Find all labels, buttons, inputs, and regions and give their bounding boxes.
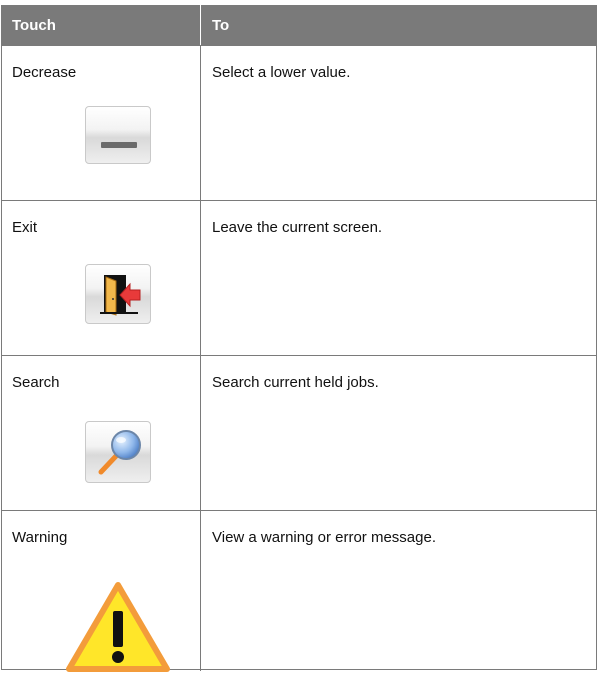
row-desc-search: Search current held jobs. (212, 374, 379, 391)
table-row-search: Search Search current held jobs. (2, 355, 596, 511)
row-divider (200, 356, 201, 511)
row-label-warning: Warning (12, 529, 68, 546)
search-button[interactable] (85, 421, 151, 483)
table-row-decrease: Decrease Select a lower value. (2, 45, 596, 201)
row-desc-warning: View a warning or error message. (212, 529, 436, 546)
header-touch: Touch (12, 17, 56, 34)
row-label-search: Search (12, 374, 60, 391)
minus-icon (101, 142, 137, 148)
row-label-exit: Exit (12, 219, 38, 236)
row-divider (200, 46, 201, 201)
table-header: Touch To (2, 5, 596, 45)
help-table: Touch To Decrease Select a lower value. … (1, 5, 597, 673)
row-divider (200, 201, 201, 356)
row-desc-exit: Leave the current screen. (212, 219, 383, 236)
exit-button[interactable] (85, 264, 151, 324)
table-row-warning: Warning View a warning or error message. (2, 510, 596, 673)
row-label-decrease: Decrease (12, 64, 77, 81)
header-divider (200, 5, 201, 45)
warning-icon[interactable] (65, 581, 171, 673)
exit-door-icon (100, 275, 141, 316)
magnifier-icon (98, 430, 141, 475)
decrease-button[interactable] (85, 106, 151, 164)
table-row-exit: Exit Leave the current screen. (2, 200, 596, 356)
row-divider (200, 511, 201, 671)
row-desc-decrease: Select a lower value. (212, 64, 351, 81)
header-to: To (212, 17, 230, 34)
